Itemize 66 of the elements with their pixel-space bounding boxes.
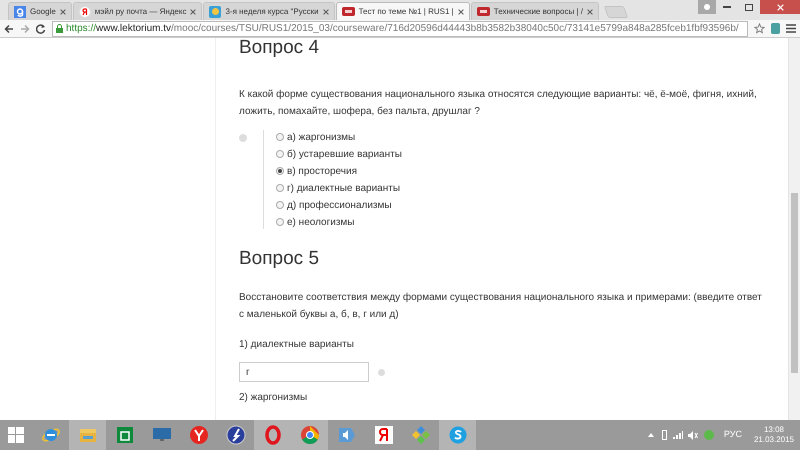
tab-title: 3-я неделя курса "Русски	[225, 6, 319, 18]
yandex-icon	[78, 6, 91, 18]
close-icon[interactable]	[322, 8, 329, 14]
compass-icon	[226, 425, 246, 445]
star-icon[interactable]	[754, 23, 765, 34]
close-icon[interactable]	[190, 8, 196, 14]
browser-tab[interactable]: 3-я неделя курса "Русски	[203, 2, 335, 20]
question-heading: Вопрос 4	[239, 38, 320, 58]
close-icon[interactable]	[60, 8, 66, 14]
lektorium-icon	[476, 7, 490, 16]
option-label: а) жаргонизмы	[287, 130, 356, 144]
clock-time: 13:08	[764, 425, 784, 435]
tab-title: Google	[30, 6, 56, 18]
y-ball-icon	[188, 425, 208, 445]
course-icon	[209, 6, 222, 18]
option-label: е) неологизмы	[287, 216, 354, 230]
browser-tab[interactable]: Google	[8, 2, 72, 20]
radio-button[interactable]	[276, 201, 284, 209]
item-label: 2) жаргонизмы	[239, 391, 308, 405]
radio-button[interactable]	[276, 184, 284, 192]
lektorium-icon	[342, 7, 355, 16]
browser-tab[interactable]: мэйл ру почта — Яндекс	[72, 2, 202, 20]
question-heading: Вопрос 5	[239, 249, 320, 269]
speaker-icon	[336, 425, 356, 445]
signal-icon[interactable]	[672, 431, 683, 439]
question-text: К какой форме существования национального языка относятся следующие варианты: чё, ё-моё, фигня, ихний, ложить, помахайте, шофера, без пальта, друшлаг ?	[239, 88, 758, 119]
browser-tab[interactable]: Технические вопросы | /	[470, 2, 599, 20]
back-icon[interactable]	[4, 24, 14, 34]
menu-icon[interactable]	[786, 24, 796, 33]
chrome-icon	[300, 425, 320, 445]
tab-title: Технические вопросы | /	[494, 6, 583, 18]
reload-icon[interactable]	[36, 24, 46, 34]
radio-button[interactable]	[276, 167, 284, 175]
skype-icon	[448, 425, 468, 445]
question-text: Восстановите соответствия между формами существования национального языка и примерами: (введите ответ с маленькой буквы а, б, в, г или д)	[239, 291, 763, 322]
radio-button[interactable]	[276, 218, 284, 226]
tab-title: Тест по теме №1 | RUS1 |	[358, 6, 454, 18]
forward-icon[interactable]	[20, 24, 30, 34]
opera-icon	[262, 425, 282, 445]
tray-arrow-icon[interactable]	[648, 433, 654, 437]
shopping-bag-icon	[114, 425, 134, 445]
radio-button[interactable]	[276, 133, 284, 141]
diamonds-icon	[410, 425, 430, 445]
windows-logo-icon[interactable]	[8, 427, 24, 443]
option-label: в) просторечия	[287, 164, 357, 178]
close-window-button[interactable]	[760, 0, 800, 14]
ya-letter-icon	[374, 425, 394, 445]
option-label: г) диалектные варианты	[287, 182, 400, 196]
radio-button[interactable]	[276, 150, 284, 158]
option-label: б) устаревшие варианты	[287, 148, 402, 162]
url-text: https://www.lektorium.tv/mooc/courses/TSU/RUS1/2015_03/courseware/716d20596d44443b8b3582b38040c50c/73141e5799a848a285fceb1fbf93596b/	[66, 22, 739, 36]
battery-icon[interactable]	[662, 430, 667, 440]
option-label: д) профессионализмы	[287, 198, 392, 212]
close-icon[interactable]	[458, 8, 464, 14]
lock-icon	[56, 24, 63, 33]
item-label: 1) диалектные варианты	[239, 338, 355, 352]
tab-title: мэйл ру почта — Яндекс	[94, 6, 186, 18]
close-icon[interactable]	[586, 8, 593, 14]
browser-tab[interactable]: Тест по теме №1 | RUS1 |	[336, 2, 470, 20]
scrollbar[interactable]	[788, 38, 800, 420]
clock-date: 21.03.2015	[754, 435, 794, 445]
extension-icon[interactable]	[771, 23, 780, 34]
volume-icon[interactable]	[688, 430, 698, 440]
address-field[interactable]: https://www.lektorium.tv/mooc/courses/TSU/RUS1/2015_03/courseware/716d20596d44443b8b3582b38040c50c/73141e5799a848a285fceb1fbf93596b/	[52, 20, 748, 36]
answer-field[interactable]: г	[239, 362, 369, 382]
google-icon	[14, 6, 26, 18]
